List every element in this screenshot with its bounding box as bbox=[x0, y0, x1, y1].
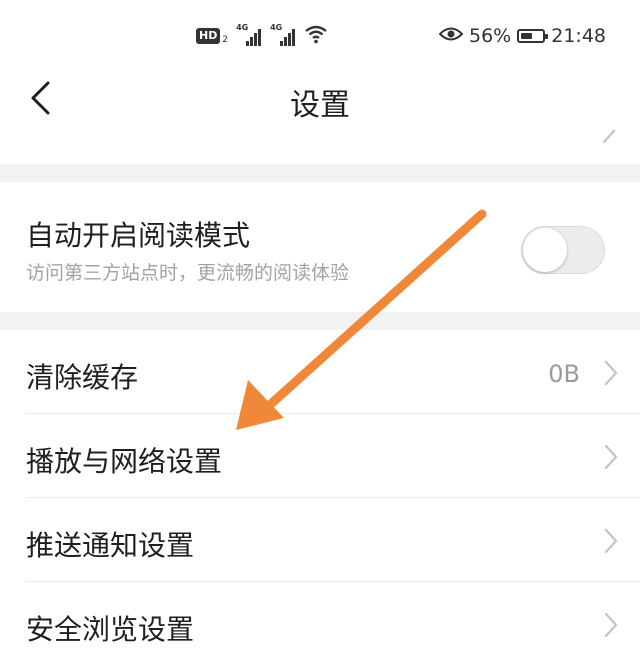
partial-list-item[interactable] bbox=[0, 130, 640, 164]
status-icons-center: HD 2 4G 4G bbox=[196, 22, 328, 50]
status-bar: HD 2 4G 4G 56% 21:48 bbox=[0, 0, 640, 66]
toggle-knob bbox=[523, 228, 567, 272]
signal-type-label: 4G bbox=[236, 23, 249, 32]
battery-fill bbox=[521, 33, 533, 39]
list-item-label: 播放与网络设置 bbox=[26, 445, 223, 478]
chevron-right-icon bbox=[604, 444, 618, 470]
battery-percent: 56% bbox=[469, 25, 512, 47]
reading-mode-subtitle: 访问第三方站点时，更流畅的阅读体验 bbox=[26, 262, 350, 284]
signal-icon: 4G bbox=[270, 23, 296, 47]
reading-mode-row: 自动开启阅读模式 访问第三方站点时，更流畅的阅读体验 bbox=[0, 182, 640, 312]
chevron-right-icon bbox=[602, 130, 616, 144]
status-icons-right: 56% 21:48 bbox=[438, 22, 606, 50]
list-item-playback-network[interactable]: 播放与网络设置 bbox=[0, 414, 640, 498]
battery-icon bbox=[517, 29, 549, 43]
list-item-safe-browsing[interactable]: 安全浏览设置 bbox=[0, 582, 640, 666]
hd-badge: HD bbox=[196, 28, 221, 44]
chevron-right-icon bbox=[604, 360, 618, 386]
section-divider bbox=[0, 164, 640, 182]
list-item-clear-cache[interactable]: 清除缓存 0B bbox=[0, 330, 640, 414]
settings-list: 清除缓存 0B 播放与网络设置 推送通知设置 安全浏览设置 bbox=[0, 330, 640, 666]
list-item-push-notifications[interactable]: 推送通知设置 bbox=[0, 498, 640, 582]
wifi-icon bbox=[304, 24, 328, 48]
list-item-label: 清除缓存 bbox=[26, 361, 139, 394]
cache-size-value: 0B bbox=[548, 360, 580, 388]
hd-sub-label: 2 bbox=[222, 35, 229, 45]
clock: 21:48 bbox=[551, 25, 606, 47]
reading-mode-title: 自动开启阅读模式 bbox=[26, 219, 251, 252]
nav-bar: 设置 bbox=[0, 66, 640, 130]
signal-icon: 4G bbox=[236, 23, 262, 47]
signal-type-label: 4G bbox=[270, 23, 283, 32]
reading-mode-toggle[interactable] bbox=[521, 226, 605, 274]
page-title: 设置 bbox=[290, 88, 350, 123]
list-item-label: 安全浏览设置 bbox=[26, 613, 195, 646]
list-item-label: 推送通知设置 bbox=[26, 529, 195, 562]
eye-icon bbox=[438, 25, 464, 47]
chevron-right-icon bbox=[604, 528, 618, 554]
section-divider bbox=[0, 312, 640, 330]
chevron-right-icon bbox=[604, 612, 618, 638]
